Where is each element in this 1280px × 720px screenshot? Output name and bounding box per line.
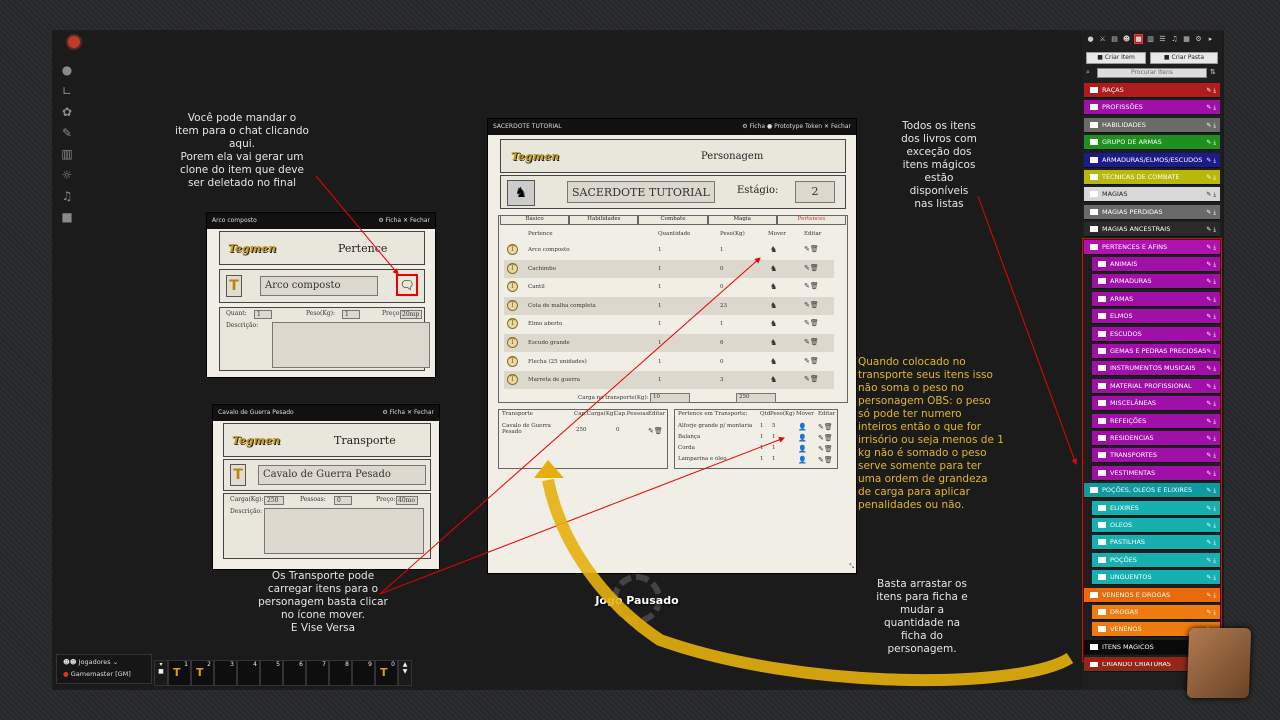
annotation-arrows [315,175,1078,687]
arrow-books [977,195,1078,465]
arrow-drag-head [534,460,564,478]
arrow-drag [542,478,1074,687]
arrow-chat [315,175,399,275]
